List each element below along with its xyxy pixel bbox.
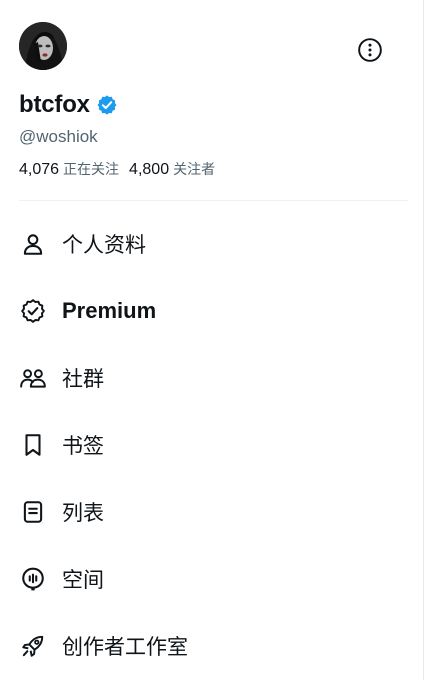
followers-label: 关注者	[173, 162, 216, 178]
menu-item-premium[interactable]: Premium	[0, 277, 424, 344]
person-icon	[19, 230, 47, 258]
menu-item-label: 社群	[62, 366, 104, 391]
menu-item-creator-studio[interactable]: 创作者工作室	[0, 612, 424, 679]
display-name[interactable]: btcfox	[19, 91, 90, 119]
spaces-icon	[19, 565, 47, 593]
user-handle[interactable]: @woshiok	[19, 127, 98, 147]
menu-item-label: 空间	[62, 567, 104, 592]
profile-photo-icon	[19, 22, 67, 70]
menu-item-label: Premium	[62, 297, 157, 323]
divider	[19, 200, 408, 201]
following-label: 正在关注	[63, 162, 120, 178]
menu-item-spaces[interactable]: 空间	[0, 545, 424, 612]
rocket-icon	[19, 632, 47, 660]
followers-link[interactable]: 4,800 关注者	[129, 159, 215, 179]
followers-count: 4,800	[129, 161, 170, 178]
menu-item-label: 书签	[62, 433, 104, 458]
drawer-edge	[423, 0, 429, 680]
more-options-button[interactable]	[354, 34, 386, 66]
premium-badge-icon	[19, 297, 47, 325]
follow-stats: 4,076 正在关注 4,800 关注者	[19, 159, 215, 179]
menu-item-label: 列表	[62, 500, 104, 525]
list-icon	[19, 498, 47, 526]
verified-badge-icon[interactable]	[96, 94, 118, 116]
more-circle-icon	[358, 38, 382, 62]
menu-item-lists[interactable]: 列表	[0, 478, 424, 545]
following-count: 4,076	[19, 161, 60, 178]
avatar[interactable]	[19, 22, 67, 70]
menu-item-bookmarks[interactable]: 书签	[0, 411, 424, 478]
communities-icon	[19, 364, 47, 392]
menu-item-communities[interactable]: 社群	[0, 344, 424, 411]
verified-badge-svg	[97, 95, 117, 115]
following-link[interactable]: 4,076 正在关注	[19, 159, 119, 179]
drawer-menu: 个人资料 Premium 社群 书签 列表 空间 创作者工作室	[0, 210, 424, 679]
bookmark-icon	[19, 431, 47, 459]
side-drawer: btcfox @woshiok 4,076 正在关注 4,800 关注者 个人资…	[0, 0, 424, 680]
name-row: btcfox	[19, 88, 118, 122]
menu-item-label: 创作者工作室	[62, 634, 188, 659]
menu-item-label: 个人资料	[62, 232, 146, 257]
menu-item-profile[interactable]: 个人资料	[0, 210, 424, 277]
